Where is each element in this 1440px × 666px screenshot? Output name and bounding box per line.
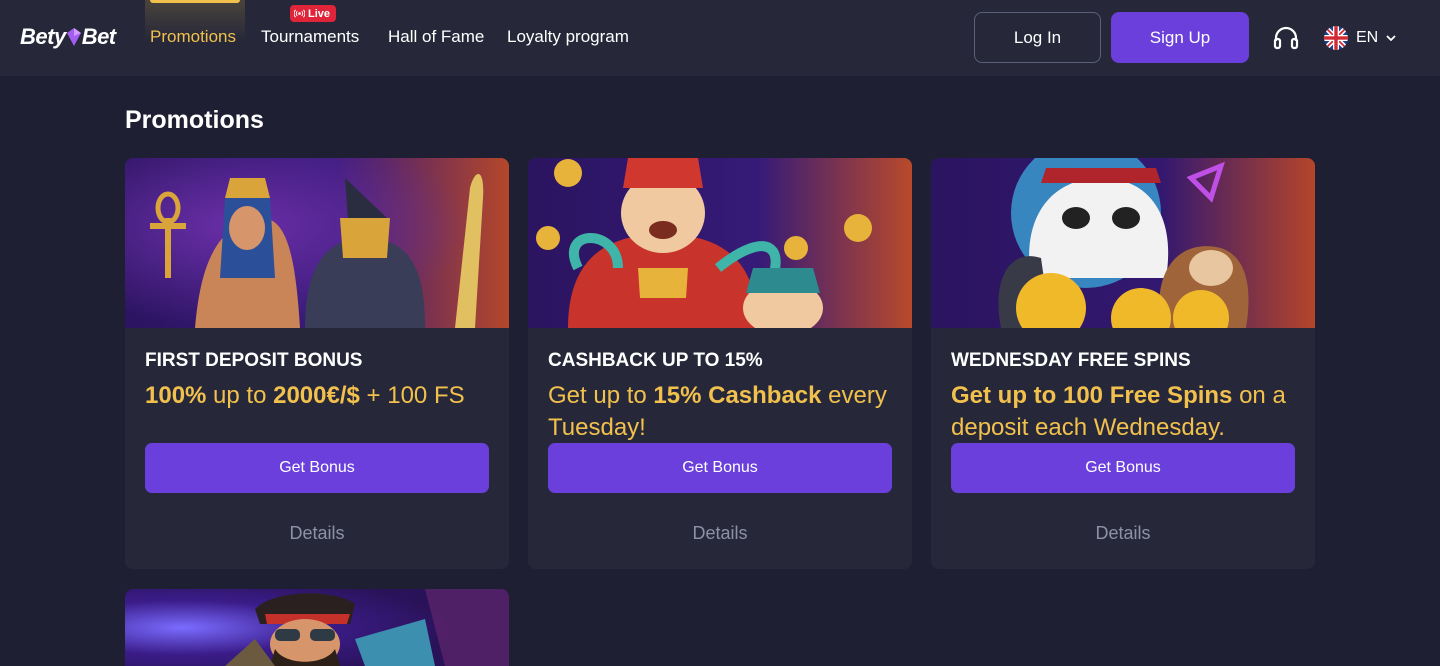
card-description: Get up to 100 Free Spins on a deposit ea…: [951, 380, 1295, 444]
fortune-god-promo-banner: [528, 158, 912, 328]
details-link[interactable]: Details: [145, 523, 489, 544]
live-badge-label: Live: [308, 7, 331, 20]
details-link[interactable]: Details: [951, 523, 1295, 544]
egypt-promo-banner: [125, 158, 509, 328]
get-bonus-button[interactable]: Get Bonus: [951, 443, 1295, 493]
language-code: EN: [1356, 29, 1379, 46]
panda-promo-banner: [931, 158, 1315, 328]
card-title: FIRST DEPOSIT BONUS: [145, 350, 363, 371]
desc-text: up to: [206, 382, 274, 409]
page-title: Promotions: [125, 106, 264, 134]
desc-highlight: Get up to 100 Free Spins: [951, 382, 1233, 409]
language-selector[interactable]: EN: [1324, 25, 1396, 51]
logo-gem-icon: [66, 28, 81, 46]
promo-card-free-spins: WEDNESDAY FREE SPINS Get up to 100 Free …: [931, 158, 1315, 569]
live-badge: Live: [290, 5, 337, 22]
top-header: Bety Bet Promotions Tournaments Live Hal…: [0, 0, 1440, 76]
card-title: CASHBACK UP TO 15%: [548, 350, 763, 371]
nav-promotions[interactable]: Promotions: [150, 27, 236, 47]
logo-text-1: Bety: [20, 24, 66, 49]
nav-loyalty-program[interactable]: Loyalty program: [507, 27, 629, 47]
promo-card-pirate: [125, 589, 509, 666]
get-bonus-button[interactable]: Get Bonus: [145, 443, 489, 493]
login-button[interactable]: Log In: [974, 12, 1101, 63]
nav-hall-of-fame[interactable]: Hall of Fame: [388, 27, 484, 47]
card-description: Get up to 15% Cashback every Tuesday!: [548, 380, 892, 444]
logo-text-2: Bet: [81, 24, 116, 49]
desc-highlight: 2000€/$: [273, 382, 360, 409]
details-link[interactable]: Details: [548, 523, 892, 544]
active-tab-indicator: [150, 0, 240, 3]
card-description: 100% up to 2000€/$ + 100 FS: [145, 380, 489, 412]
desc-highlight: 100%: [145, 382, 207, 409]
desc-text: + 100 FS: [359, 382, 465, 409]
headset-icon[interactable]: [1272, 24, 1300, 52]
get-bonus-button[interactable]: Get Bonus: [548, 443, 892, 493]
promo-card-cashback: CASHBACK UP TO 15% Get up to 15% Cashbac…: [528, 158, 912, 569]
promo-card-first-deposit: FIRST DEPOSIT BONUS 100% up to 2000€/$ +…: [125, 158, 509, 569]
uk-flag-icon: [1324, 26, 1348, 50]
desc-highlight: 15% Cashback: [653, 382, 822, 409]
pirate-promo-banner: [125, 589, 509, 666]
card-title: WEDNESDAY FREE SPINS: [951, 350, 1191, 371]
signup-button[interactable]: Sign Up: [1111, 12, 1249, 63]
nav-tournaments[interactable]: Tournaments: [261, 27, 359, 47]
site-logo[interactable]: Bety Bet: [20, 24, 116, 50]
chevron-down-icon: [1386, 35, 1396, 41]
broadcast-icon: [294, 9, 305, 18]
desc-text: Get up to: [548, 382, 654, 409]
